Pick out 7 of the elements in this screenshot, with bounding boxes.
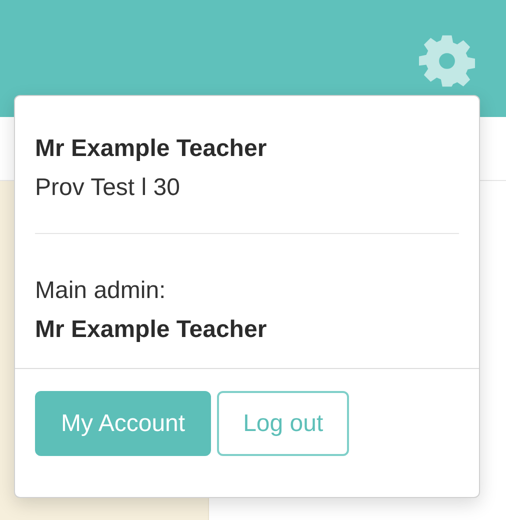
admin-label: Main admin: bbox=[35, 276, 167, 306]
settings-icon[interactable] bbox=[419, 33, 475, 89]
account-button[interactable]: My Account bbox=[35, 391, 212, 456]
user-name: Mr Example Teacher bbox=[35, 134, 268, 164]
school-name: Prov Test l 30 bbox=[35, 173, 181, 203]
logout-button[interactable]: Log out bbox=[217, 391, 350, 456]
admin-name: Mr Example Teacher bbox=[35, 315, 268, 345]
